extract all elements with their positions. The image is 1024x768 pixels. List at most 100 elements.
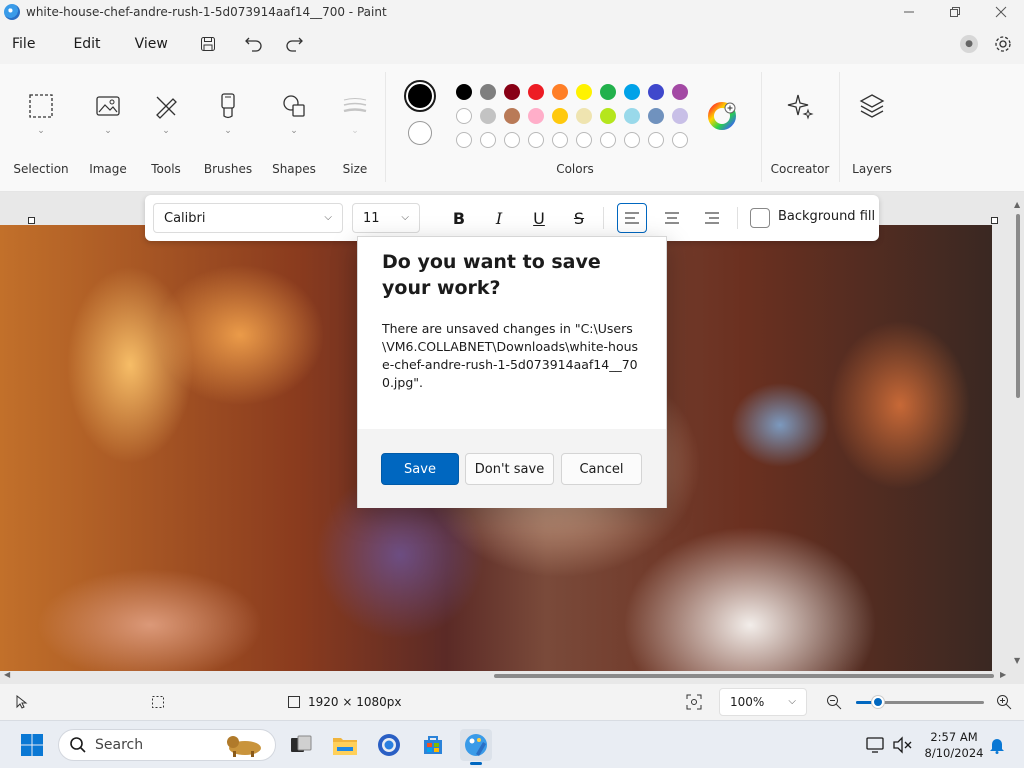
chevron-down-icon: ⌄ <box>290 126 298 136</box>
align-right-button[interactable] <box>697 203 727 233</box>
search-placeholder: Search <box>95 737 144 753</box>
zoom-out-icon[interactable] <box>826 694 842 710</box>
edit-colors-icon[interactable] <box>708 102 736 130</box>
zoom-slider-thumb[interactable] <box>871 696 884 708</box>
palette-swatch[interactable] <box>600 108 616 124</box>
start-button[interactable] <box>16 729 48 761</box>
image-group[interactable]: ⌄ Image <box>82 64 134 184</box>
bold-icon: B <box>452 208 466 228</box>
text-box-handle[interactable] <box>28 217 35 224</box>
chevron-down-icon: ⌄ <box>162 126 170 136</box>
save-button[interactable]: Save <box>381 453 459 485</box>
selection-group[interactable]: ⌄ Selection <box>12 64 70 184</box>
text-box-handle[interactable] <box>991 217 998 224</box>
palette-swatch[interactable] <box>672 132 688 148</box>
background-fill-checkbox[interactable] <box>750 208 770 228</box>
scroll-down-icon[interactable]: ▼ <box>1014 656 1020 665</box>
palette-swatch[interactable] <box>456 84 472 100</box>
cancel-button[interactable]: Cancel <box>561 453 642 485</box>
palette-swatch[interactable] <box>528 132 544 148</box>
zoom-in-icon[interactable] <box>996 694 1012 710</box>
align-left-button[interactable] <box>617 203 647 233</box>
align-center-button[interactable] <box>657 203 687 233</box>
chevron-down-icon: ⌵ <box>788 696 796 707</box>
account-icon[interactable]: ● <box>960 35 978 53</box>
palette-swatch[interactable] <box>600 132 616 148</box>
network-icon[interactable] <box>866 736 886 754</box>
cocreator-icon <box>787 94 814 120</box>
palette-swatch[interactable] <box>648 84 664 100</box>
palette-swatch[interactable] <box>504 84 520 100</box>
file-explorer-button[interactable] <box>329 729 361 761</box>
secondary-color-swatch[interactable] <box>408 121 432 145</box>
palette-swatch[interactable] <box>552 132 568 148</box>
palette-swatch[interactable] <box>576 132 592 148</box>
tools-icon <box>156 96 177 119</box>
brushes-group[interactable]: ⌄ Brushes <box>200 64 256 184</box>
chrome-button[interactable] <box>373 729 405 761</box>
palette-swatch[interactable] <box>480 132 496 148</box>
volume-muted-icon[interactable] <box>892 736 912 754</box>
palette-swatch[interactable] <box>480 108 496 124</box>
vertical-scroll-thumb[interactable] <box>1016 214 1020 398</box>
horizontal-scrollbar[interactable]: ◀ ▶ <box>0 670 1012 682</box>
horizontal-scroll-thumb[interactable] <box>494 674 994 678</box>
font-family-select[interactable]: Calibri ⌵ <box>153 203 343 233</box>
dont-save-button[interactable]: Don't save <box>465 453 554 485</box>
font-size-select[interactable]: 11 ⌵ <box>352 203 420 233</box>
palette-swatch[interactable] <box>624 132 640 148</box>
zoom-select[interactable]: 100% ⌵ <box>719 688 807 716</box>
palette-swatch[interactable] <box>672 108 688 124</box>
italic-button[interactable]: I <box>484 203 514 233</box>
palette-swatch[interactable] <box>576 84 592 100</box>
scroll-right-icon[interactable]: ▶ <box>1000 670 1006 679</box>
task-view-button[interactable] <box>285 729 317 761</box>
palette-swatch[interactable] <box>648 132 664 148</box>
palette-swatch[interactable] <box>456 132 472 148</box>
maximize-button[interactable] <box>932 0 978 24</box>
undo-icon <box>244 37 262 52</box>
cocreator-group[interactable]: Cocreator <box>766 64 834 184</box>
notification-bell-icon[interactable] <box>988 736 1006 754</box>
palette-swatch[interactable] <box>624 84 640 100</box>
minimize-button[interactable] <box>886 0 932 24</box>
palette-swatch[interactable] <box>648 108 664 124</box>
palette-swatch[interactable] <box>528 108 544 124</box>
palette-swatch[interactable] <box>552 84 568 100</box>
palette-swatch[interactable] <box>552 108 568 124</box>
scroll-left-icon[interactable]: ◀ <box>4 670 10 679</box>
fit-to-window-icon[interactable] <box>686 694 702 710</box>
store-button[interactable] <box>417 729 449 761</box>
settings-icon[interactable] <box>994 35 1012 53</box>
palette-swatch[interactable] <box>576 108 592 124</box>
bold-button[interactable]: B <box>444 203 474 233</box>
tools-group[interactable]: ⌄ Tools <box>140 64 192 184</box>
palette-swatch[interactable] <box>528 84 544 100</box>
undo-button[interactable] <box>234 28 274 60</box>
menu-file[interactable]: File <box>0 36 47 52</box>
palette-swatch[interactable] <box>456 108 472 124</box>
align-center-icon <box>665 212 679 224</box>
save-quick-button[interactable] <box>188 28 228 60</box>
palette-swatch[interactable] <box>480 84 496 100</box>
shapes-group[interactable]: ⌄ Shapes <box>266 64 322 184</box>
menu-view[interactable]: View <box>123 36 180 52</box>
scroll-up-icon[interactable]: ▲ <box>1014 200 1020 209</box>
palette-swatch[interactable] <box>504 108 520 124</box>
redo-button[interactable] <box>274 28 314 60</box>
close-button[interactable] <box>978 0 1024 24</box>
vertical-scrollbar[interactable]: ▲ ▼ <box>1012 200 1024 670</box>
menu-edit[interactable]: Edit <box>61 36 112 52</box>
paint-taskbar-button[interactable] <box>460 729 492 765</box>
strikethrough-button[interactable]: S <box>564 203 594 233</box>
layers-group[interactable]: Layers <box>844 64 900 184</box>
palette-swatch[interactable] <box>504 132 520 148</box>
underline-button[interactable]: U <box>524 203 554 233</box>
taskbar-search[interactable]: Search <box>58 729 276 761</box>
palette-swatch[interactable] <box>672 84 688 100</box>
primary-color-swatch[interactable] <box>404 80 436 112</box>
dialog-title: Do you want to save your work? <box>382 251 601 299</box>
taskbar-clock[interactable]: 2:57 AM 8/10/2024 <box>918 729 990 761</box>
palette-swatch[interactable] <box>600 84 616 100</box>
palette-swatch[interactable] <box>624 108 640 124</box>
